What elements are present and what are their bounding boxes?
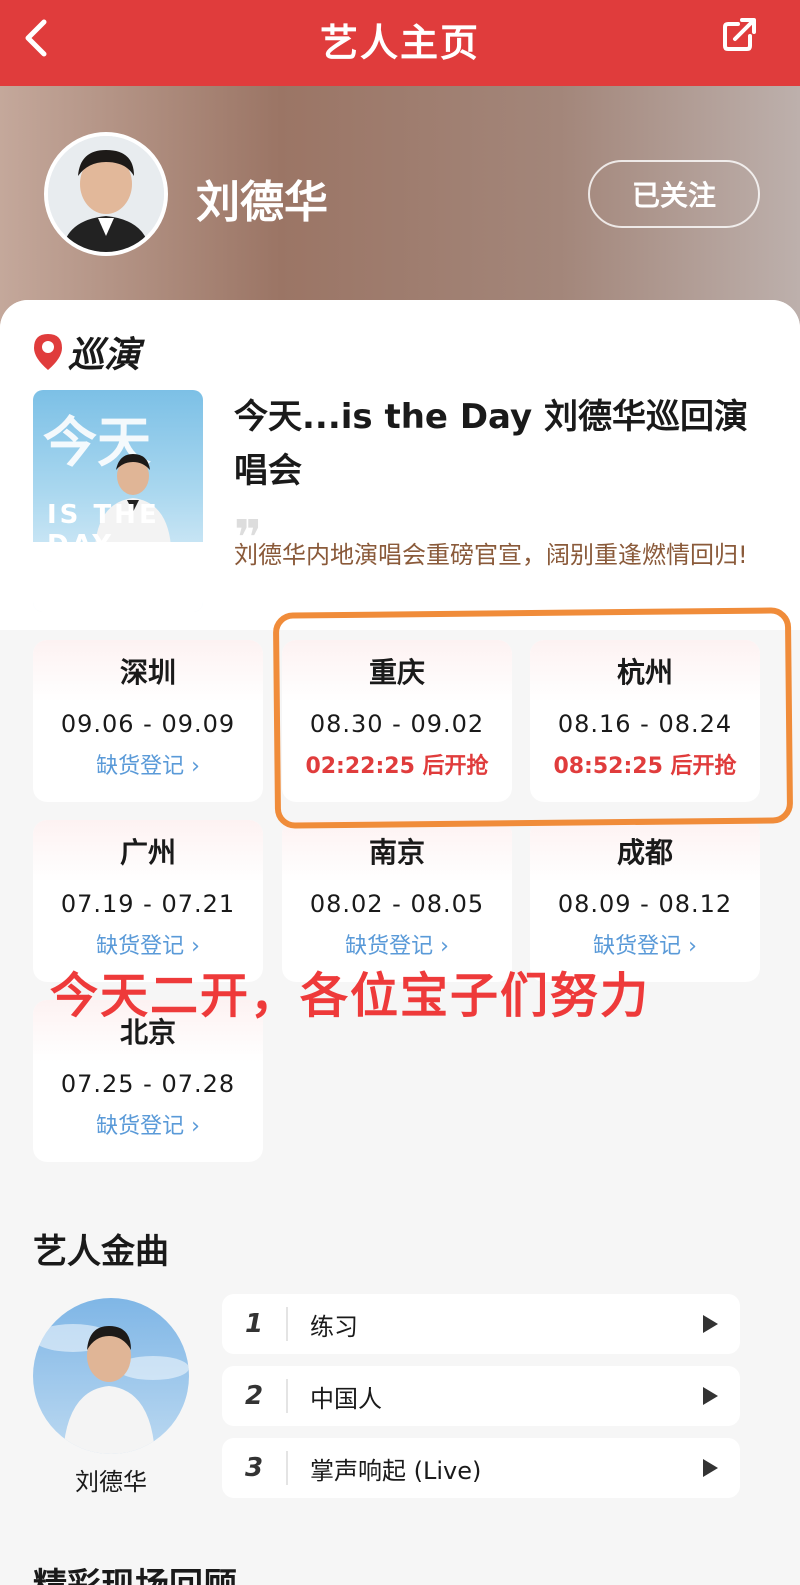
follow-button[interactable]: 已关注: [588, 160, 760, 228]
tour-header: 巡演: [32, 326, 140, 378]
play-icon[interactable]: [680, 1314, 740, 1334]
song-title: 掌声响起 (Live): [310, 1456, 482, 1485]
songs-section-title: 艺人金曲: [33, 1232, 169, 1272]
share-icon[interactable]: [720, 14, 760, 54]
avatar[interactable]: [44, 132, 168, 256]
highlight-annotation-box: [272, 607, 794, 829]
song-row[interactable]: 1 练习: [222, 1294, 740, 1354]
song-rank: 3: [244, 1453, 264, 1483]
song-title: 中国人: [310, 1384, 382, 1413]
artist-song-avatar[interactable]: [33, 1298, 189, 1454]
song-artist-name: 刘德华: [75, 1468, 147, 1496]
next-section-title: 精彩现场回顾: [33, 1558, 237, 1585]
waitlist-link[interactable]: 缺货登记 ›: [33, 748, 263, 780]
city-name: 广州: [33, 820, 263, 882]
waitlist-link[interactable]: 缺货登记 ›: [33, 1108, 263, 1140]
play-icon[interactable]: [680, 1386, 740, 1406]
city-card-shenzhen[interactable]: 深圳 09.06 - 09.09 缺货登记 ›: [33, 640, 263, 802]
song-row[interactable]: 3 掌声响起 (Live): [222, 1438, 740, 1498]
city-dates: 07.25 - 07.28: [60, 1070, 236, 1098]
song-row[interactable]: 2 中国人: [222, 1366, 740, 1426]
concert-subtitle: 刘德华内地演唱会重磅官宣，阔别重逢燃情回归!: [234, 541, 748, 569]
concert-poster[interactable]: 今天 IS THE DAY: [33, 390, 203, 612]
artist-header: 刘德华 已关注: [0, 86, 800, 326]
city-dates: 07.19 - 07.21: [60, 890, 236, 918]
song-title: 练习: [310, 1312, 358, 1341]
city-dates: 08.09 - 08.12: [557, 890, 733, 918]
concert-title[interactable]: 今天...is the Day 刘德华巡回演唱会: [234, 390, 754, 498]
city-dates: 09.06 - 09.09: [60, 710, 236, 738]
play-icon[interactable]: [680, 1458, 740, 1478]
tour-label: 巡演: [68, 335, 141, 376]
song-rank: 2: [244, 1381, 264, 1411]
page-title: 艺人主页: [319, 21, 480, 65]
artist-name: 刘德华: [196, 177, 328, 228]
city-dates: 08.02 - 08.05: [309, 890, 485, 918]
city-name: 南京: [282, 820, 512, 882]
annotation-text: 今天二开，各位宝子们努力: [50, 968, 651, 1024]
song-rank: 1: [244, 1309, 264, 1339]
top-bar: 艺人主页: [0, 0, 800, 86]
poster-footer: [33, 542, 203, 612]
city-name: 深圳: [33, 640, 263, 702]
city-name: 成都: [530, 820, 760, 882]
location-pin-icon: [32, 332, 64, 372]
